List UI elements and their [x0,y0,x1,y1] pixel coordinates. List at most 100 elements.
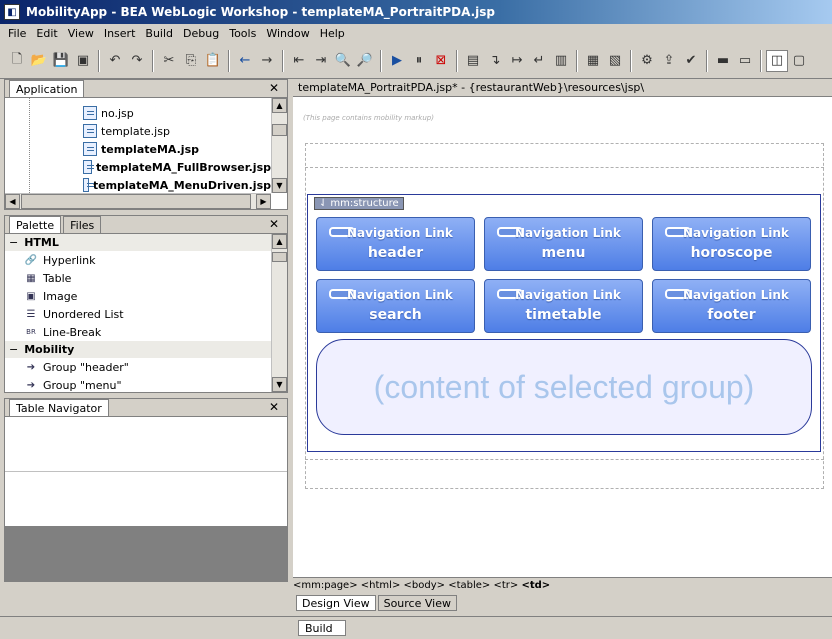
mm-structure-container[interactable]: ⇃ mm:structure Navigation Link header Navi… [307,194,821,452]
palette-category-mobility[interactable]: − Mobility [5,341,271,358]
redo-icon[interactable]: ↷ [126,50,148,72]
server-start-icon[interactable]: ▬ [712,50,734,72]
nav-link-footer[interactable]: Navigation Link footer [652,279,811,333]
copy-icon[interactable]: ⎘ [180,50,202,72]
tag-body[interactable]: <body> [404,580,446,591]
nav-link-search[interactable]: Navigation Link search [316,279,475,333]
nav-link-menu[interactable]: Navigation Link menu [484,217,643,271]
palette-item-table[interactable]: ▦ Table [5,269,271,287]
tab-application[interactable]: Application [9,80,85,97]
tab-files[interactable]: Files [63,216,102,233]
tag-mm-page[interactable]: <mm:page> [293,580,358,591]
nav-link-target: footer [707,307,756,323]
undo-icon[interactable]: ↶ [104,50,126,72]
tree-file-item[interactable]: template.jsp [83,122,271,140]
menu-insert[interactable]: Insert [104,27,136,40]
nav-link-horoscope[interactable]: Navigation Link horoscope [652,217,811,271]
step-into-icon[interactable]: ↴ [484,50,506,72]
breakpoint-icon[interactable]: ▥ [550,50,572,72]
palette-item-group-header[interactable]: ➔ Group "header" [5,358,271,376]
find-replace-icon[interactable]: 🔎 [354,50,376,72]
close-icon[interactable]: ✕ [269,217,279,231]
find-icon[interactable]: 🔍 [332,50,354,72]
tab-table-navigator[interactable]: Table Navigator [9,399,109,416]
play-icon[interactable]: ▶ [386,50,408,72]
menu-edit[interactable]: Edit [36,27,57,40]
tab-palette[interactable]: Palette [9,216,62,233]
deploy-icon[interactable]: ⇪ [658,50,680,72]
scroll-down-icon[interactable]: ▼ [272,377,287,392]
tree-file-item[interactable]: templateMA_FullBrowser.jsp [83,158,271,176]
nav-link-label: Navigation Link [683,288,789,302]
toolbar-separator [282,49,284,72]
build-icon[interactable]: ⚙ [636,50,658,72]
vertical-scrollbar[interactable]: ▲ ▼ [271,234,287,392]
paste-icon[interactable]: 📋 [202,50,224,72]
tree-file-item[interactable]: templateMA.jsp [83,140,271,158]
menu-debug[interactable]: Debug [183,27,219,40]
menu-view[interactable]: View [68,27,94,40]
content-group-area[interactable]: (content of selected group) [316,339,812,435]
horizontal-scrollbar[interactable]: ◀ ▶ [5,193,271,209]
stop-icon[interactable]: ⊠ [430,50,452,72]
menu-file[interactable]: File [8,27,26,40]
palette-category-html[interactable]: − HTML [5,234,271,251]
scroll-thumb[interactable] [272,252,287,262]
layout-icon[interactable]: ◫ [766,49,788,72]
scroll-thumb[interactable] [272,124,287,136]
cut-icon[interactable]: ✂ [158,50,180,72]
tab-build[interactable]: Build [298,620,346,636]
tree-file-item[interactable]: templateMA_MenuDriven.jsp [83,176,271,193]
palette-item-hyperlink[interactable]: 🔗 Hyperlink [5,251,271,269]
server-stop-icon[interactable]: ▭ [734,50,756,72]
scroll-left-icon[interactable]: ◀ [5,194,20,209]
tree-file-item[interactable]: no.jsp [83,104,271,122]
pause-icon[interactable]: ⏸ [408,50,430,72]
tag-tr[interactable]: <tr> [493,580,518,591]
palette-item-unordered-list[interactable]: ☰ Unordered List [5,305,271,323]
save-icon[interactable]: 💾 [50,50,72,72]
save-all-icon[interactable]: ▣ [72,50,94,72]
step-over-icon[interactable]: ↦ [506,50,528,72]
close-icon[interactable]: ✕ [269,81,279,95]
toggle-icon[interactable]: ▦ [582,50,604,72]
scroll-up-icon[interactable]: ▲ [272,98,287,113]
scroll-down-icon[interactable]: ▼ [272,178,287,193]
back-icon[interactable]: ← [234,50,256,72]
tag-table[interactable]: <table> [448,580,490,591]
indent-icon[interactable]: ⇥ [310,50,332,72]
menu-help[interactable]: Help [320,27,345,40]
menu-window[interactable]: Window [266,27,309,40]
vertical-scrollbar[interactable]: ▲ ▼ [271,98,287,193]
new-file-icon[interactable]: 🗋 [6,50,28,72]
scroll-right-icon[interactable]: ▶ [256,194,271,209]
step-out-icon[interactable]: ↵ [528,50,550,72]
jsp-file-icon [83,106,97,120]
menu-build[interactable]: Build [145,27,173,40]
toolbar-separator [630,49,632,72]
validate-icon[interactable]: ✔ [680,50,702,72]
tab-design-view[interactable]: Design View [296,595,376,611]
nav-link-header[interactable]: Navigation Link header [316,217,475,271]
open-folder-icon[interactable]: 📂 [28,50,50,72]
forward-icon[interactable]: → [256,50,278,72]
tab-source-view[interactable]: Source View [377,595,457,611]
palette-item-line-break[interactable]: BR Line-Break [5,323,271,341]
mm-structure-tag[interactable]: ⇃ mm:structure [314,197,404,210]
menu-tools[interactable]: Tools [229,27,256,40]
clear-icon[interactable]: ▧ [604,50,626,72]
tag-td[interactable]: <td> [521,580,550,591]
close-icon[interactable]: ✕ [269,400,279,414]
palette-item-group-menu[interactable]: ➔ Group "menu" [5,376,271,392]
scroll-thumb[interactable] [21,194,251,209]
design-canvas[interactable]: (This page contains mobility markup) ⇃ mm… [293,97,832,577]
step-icon[interactable]: ▤ [462,50,484,72]
tag-html[interactable]: <html> [361,580,401,591]
nav-link-target: timetable [525,307,602,323]
nav-link-target: search [369,307,422,323]
nav-link-timetable[interactable]: Navigation Link timetable [484,279,643,333]
scroll-up-icon[interactable]: ▲ [272,234,287,249]
palette-item-image[interactable]: ▣ Image [5,287,271,305]
outdent-icon[interactable]: ⇤ [288,50,310,72]
properties-icon[interactable]: ▢ [788,50,810,72]
